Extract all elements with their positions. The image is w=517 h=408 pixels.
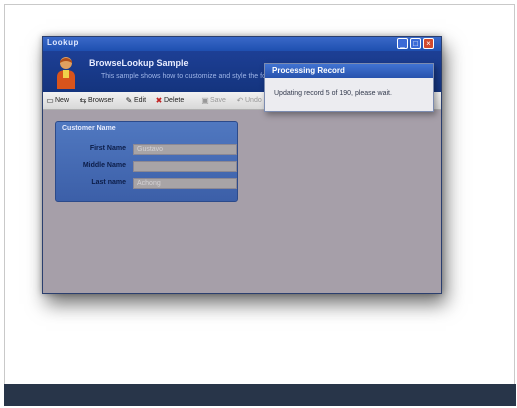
delete-icon: ✖ xyxy=(155,95,163,105)
window-title: Lookup xyxy=(47,38,79,47)
popup-header: Processing Record xyxy=(265,64,433,78)
save-label: Save xyxy=(210,97,226,104)
new-label: New xyxy=(55,97,70,104)
undo-button[interactable]: ↶ Undo xyxy=(236,95,262,106)
browse-icon: ⇆ xyxy=(79,95,87,105)
title-bar[interactable]: Lookup _ □ × xyxy=(43,37,441,51)
maximize-button[interactable]: □ xyxy=(410,38,421,49)
edit-icon: ✎ xyxy=(125,95,133,105)
popup-message: Updating record 5 of 190, please wait. xyxy=(274,90,392,97)
browser-label: Browser xyxy=(88,97,114,104)
last-name-label: Last name xyxy=(91,179,126,186)
delete-button[interactable]: ✖ Delete xyxy=(155,95,185,106)
delete-label: Delete xyxy=(164,97,185,104)
new-icon: ▭ xyxy=(46,95,54,105)
customer-name-group: Customer Name First Name Gustavo Middle … xyxy=(55,121,238,202)
user-avatar-icon xyxy=(57,57,75,89)
undo-icon: ↶ xyxy=(236,95,244,105)
middle-name-label: Middle Name xyxy=(82,162,126,169)
save-button[interactable]: ▣ Save xyxy=(201,95,226,106)
middle-name-row: Middle Name xyxy=(56,161,239,173)
footer-band xyxy=(4,384,516,406)
save-icon: ▣ xyxy=(201,95,209,105)
group-title: Customer Name xyxy=(62,125,116,132)
middle-name-input[interactable] xyxy=(133,161,237,172)
last-name-input[interactable]: Achong xyxy=(133,178,237,189)
minimize-button[interactable]: _ xyxy=(397,38,408,49)
new-button[interactable]: ▭ New xyxy=(46,95,69,106)
popup-title: Processing Record xyxy=(272,66,345,75)
last-name-row: Last name Achong xyxy=(56,178,239,190)
close-button[interactable]: × xyxy=(423,38,434,49)
first-name-label: First Name xyxy=(89,145,126,152)
banner-title: BrowseLookup Sample xyxy=(89,58,189,68)
edit-button[interactable]: ✎ Edit xyxy=(125,95,146,106)
processing-popup: Processing Record Updating record 5 of 1… xyxy=(264,63,434,112)
first-name-input[interactable]: Gustavo xyxy=(133,144,237,155)
banner-subtitle: This sample shows how to customize and s… xyxy=(101,73,275,80)
first-name-row: First Name Gustavo xyxy=(56,144,239,156)
edit-label: Edit xyxy=(134,97,147,104)
browser-button[interactable]: ⇆ Browser xyxy=(79,95,114,106)
undo-label: Undo xyxy=(245,97,262,104)
